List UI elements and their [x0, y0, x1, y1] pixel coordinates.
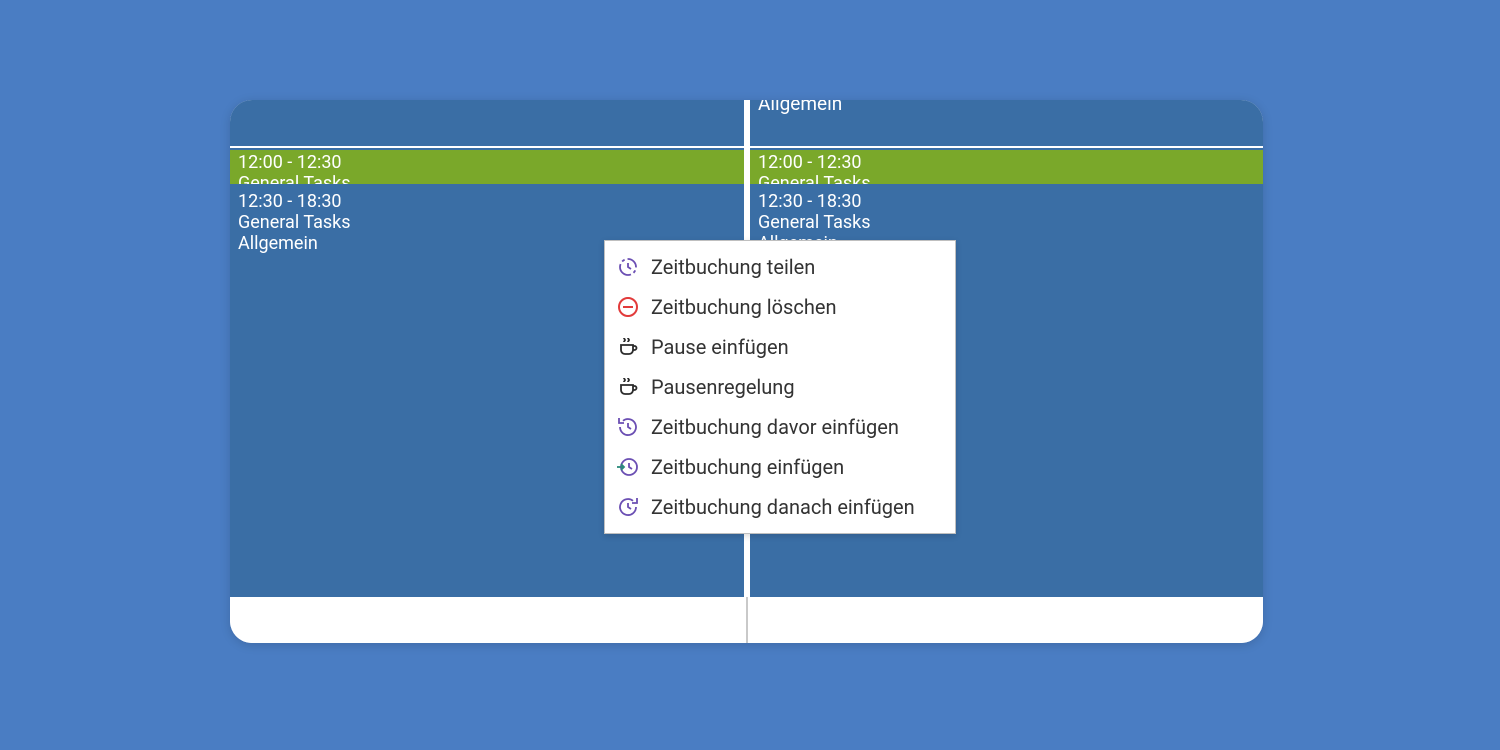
menu-item-insert-before[interactable]: Zeitbuchung davor einfügen	[605, 407, 955, 447]
clock-split-icon	[615, 254, 641, 280]
time-entry-green[interactable]: 12:00 - 12:30 General Tasks	[750, 150, 1263, 184]
calendar-row-top[interactable]	[230, 100, 744, 148]
context-menu: Zeitbuchung teilen Zeitbuchung löschen P…	[604, 240, 956, 534]
menu-item-label: Zeitbuchung teilen	[651, 255, 815, 279]
menu-item-label: Pause einfügen	[651, 335, 789, 359]
menu-item-label: Zeitbuchung einfügen	[651, 455, 844, 479]
entry-time: 12:00 - 12:30	[230, 150, 744, 173]
clock-arrow-in-icon	[615, 454, 641, 480]
menu-item-break-rule[interactable]: Pausenregelung	[605, 367, 955, 407]
clock-back-arrow-icon	[615, 414, 641, 440]
entry-time: 12:30 - 18:30	[750, 185, 1263, 212]
menu-item-insert-after[interactable]: Zeitbuchung danach einfügen	[605, 487, 955, 527]
menu-item-split-booking[interactable]: Zeitbuchung teilen	[605, 247, 955, 287]
menu-item-delete-booking[interactable]: Zeitbuchung löschen	[605, 287, 955, 327]
menu-item-label: Pausenregelung	[651, 375, 795, 399]
time-entry-green[interactable]: 12:00 - 12:30 General Tasks	[230, 150, 744, 184]
entry-time: 12:30 - 18:30	[230, 185, 744, 212]
entry-title: General Tasks	[230, 212, 744, 233]
calendar-row-top[interactable]: Allgemein	[750, 100, 1263, 148]
circle-minus-icon	[615, 294, 641, 320]
coffee-cup-icon	[615, 374, 641, 400]
clock-forward-arrow-icon	[615, 494, 641, 520]
footer-divider	[746, 597, 748, 643]
coffee-cup-icon	[615, 334, 641, 360]
entry-title: General Tasks	[230, 173, 744, 184]
menu-item-insert-break[interactable]: Pause einfügen	[605, 327, 955, 367]
menu-item-insert-booking[interactable]: Zeitbuchung einfügen	[605, 447, 955, 487]
entry-title: General Tasks	[750, 212, 1263, 233]
menu-item-label: Zeitbuchung danach einfügen	[651, 495, 915, 519]
entry-time: 12:00 - 12:30	[750, 150, 1263, 173]
entry-subtitle-partial: Allgemein	[758, 100, 842, 115]
entry-title: General Tasks	[750, 173, 1263, 184]
menu-item-label: Zeitbuchung davor einfügen	[651, 415, 899, 439]
menu-item-label: Zeitbuchung löschen	[651, 295, 837, 319]
